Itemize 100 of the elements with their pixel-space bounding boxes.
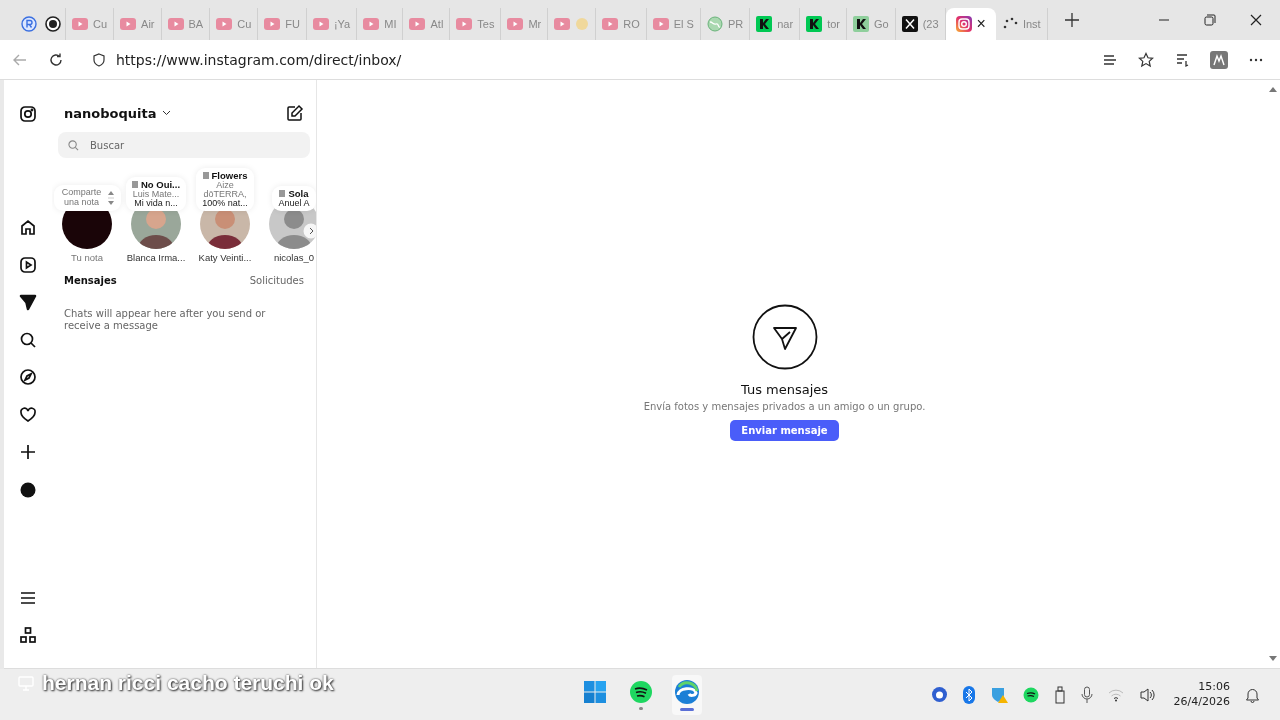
play-icon (652, 18, 669, 30)
x-logo-icon (901, 16, 918, 32)
empty-subtitle: Envía fotos y mensajes privados a un amigo o un grupo. (643, 401, 926, 412)
music-bars-icon (202, 172, 209, 180)
spotify-icon[interactable] (1022, 686, 1039, 703)
tab-title: El S (673, 18, 694, 30)
messages-heading: Mensajes (64, 274, 117, 286)
caption-text: hernan ricci cacho teruchi ok (42, 671, 334, 695)
usb-drive-icon[interactable] (1053, 685, 1066, 704)
tab-title: MI (384, 18, 397, 30)
k-logo-icon (756, 16, 773, 32)
paper-plane-icon[interactable] (19, 293, 37, 312)
search-icon[interactable] (19, 330, 37, 349)
browser-tab[interactable]: × (945, 8, 996, 40)
send-message-button[interactable]: Enviar mensaje (730, 420, 839, 441)
new-tab-icon[interactable] (1063, 12, 1080, 28)
note-bubble[interactable]: Comparte una nota (53, 184, 121, 211)
compose-icon[interactable] (286, 104, 304, 122)
note-author: Blanca Irma... (125, 251, 187, 263)
avatar-icon[interactable] (19, 480, 37, 499)
k-logo-icon (806, 16, 823, 32)
tab-title: RO (623, 18, 640, 30)
tab-title: Go (874, 18, 889, 30)
windows-icon (583, 679, 607, 704)
edge-icon (674, 678, 700, 705)
tab-title: BA (188, 18, 204, 30)
apps-icon[interactable] (19, 626, 37, 645)
note-text: Aize (216, 180, 234, 190)
play-icon[interactable] (19, 255, 37, 274)
tab-title: nar (777, 18, 794, 30)
play-icon (554, 18, 571, 30)
star-icon[interactable] (1138, 51, 1154, 68)
heart-icon[interactable] (19, 405, 37, 424)
play-icon (602, 18, 619, 30)
tab-title: tor (827, 18, 840, 30)
scroll-down-icon[interactable] (1269, 656, 1277, 662)
refresh-icon[interactable] (48, 51, 64, 68)
empty-title: Tus mensajes (740, 382, 829, 397)
note-bubble[interactable]: Flowers Aize dōTERRA, 100% nat... (196, 168, 254, 211)
play-icon (507, 18, 524, 30)
note-text: Mi vida n... (134, 198, 178, 208)
note-text: 100% nat... (202, 198, 248, 208)
tab-title: Inst (1022, 18, 1041, 30)
compass-icon[interactable] (19, 368, 37, 387)
plus-icon[interactable] (19, 443, 37, 462)
note-text: Luis Mate... (132, 189, 180, 199)
note-bubble[interactable]: Sola Anuel A (272, 186, 316, 211)
tab-title: (23 (922, 18, 939, 30)
tab-title: Atl (430, 18, 444, 30)
profile-icon[interactable] (1210, 50, 1228, 69)
instagram-icon (955, 16, 972, 32)
requests-link[interactable]: Solicitudes (249, 274, 304, 286)
play-icon (167, 18, 184, 30)
k-logo-icon (853, 16, 869, 32)
play-icon (312, 18, 329, 30)
chevron-down-icon (162, 110, 172, 116)
music-bars-icon (131, 181, 138, 189)
account-switcher[interactable]: nanoboquita (64, 105, 172, 121)
play-icon (120, 18, 137, 30)
tab-title: Tes (477, 18, 495, 30)
song-title: Flowers (202, 171, 248, 181)
restore-icon[interactable] (1204, 14, 1216, 26)
collections-icon[interactable] (1174, 51, 1190, 68)
tab-title: Mr (528, 18, 542, 30)
paper-plane-icon (751, 304, 818, 370)
close-icon[interactable] (1250, 14, 1262, 26)
play-icon (72, 18, 88, 30)
microphone-icon[interactable] (1080, 685, 1093, 704)
tab-title: Air (141, 18, 155, 30)
instagram-icon[interactable] (19, 104, 37, 123)
scroll-up-icon[interactable] (1269, 86, 1277, 92)
play-icon (456, 18, 473, 30)
globe-icon (706, 16, 723, 32)
note-text: Comparte una nota (60, 187, 103, 208)
tab-title: PR (727, 18, 744, 30)
note-bubble[interactable]: No Oui... Luis Mate... Mi vida n... (125, 177, 187, 211)
tab-title: ¡Ya (333, 18, 351, 30)
spotify-icon (629, 679, 653, 704)
play-icon (409, 18, 426, 30)
song-title: Sola (279, 189, 309, 199)
search-field[interactable]: Buscar (58, 132, 310, 158)
r-logo-icon (21, 16, 37, 32)
wifi-icon[interactable] (1107, 687, 1124, 702)
clock[interactable]: 15:06 26/4/2026 (1173, 679, 1230, 710)
lock-icon (92, 52, 106, 67)
note-author: nicolas_0 (272, 251, 316, 263)
record-icon (45, 16, 61, 32)
close-tab-button[interactable]: × (976, 15, 986, 33)
note-text: Anuel A (278, 198, 310, 208)
play-icon (264, 18, 281, 30)
bell-icon[interactable] (1245, 686, 1260, 703)
note-author: Katy Veinti... (197, 251, 253, 263)
volume-icon[interactable] (1138, 686, 1157, 703)
note-text: dōTERRA, (203, 189, 247, 199)
bluetooth-icon[interactable] (962, 685, 975, 704)
tab-title: FU (285, 18, 300, 30)
home-icon[interactable] (19, 218, 37, 237)
next-arrow-icon[interactable] (303, 222, 316, 239)
search-icon (68, 140, 79, 151)
tab-title: Cu (93, 18, 108, 30)
